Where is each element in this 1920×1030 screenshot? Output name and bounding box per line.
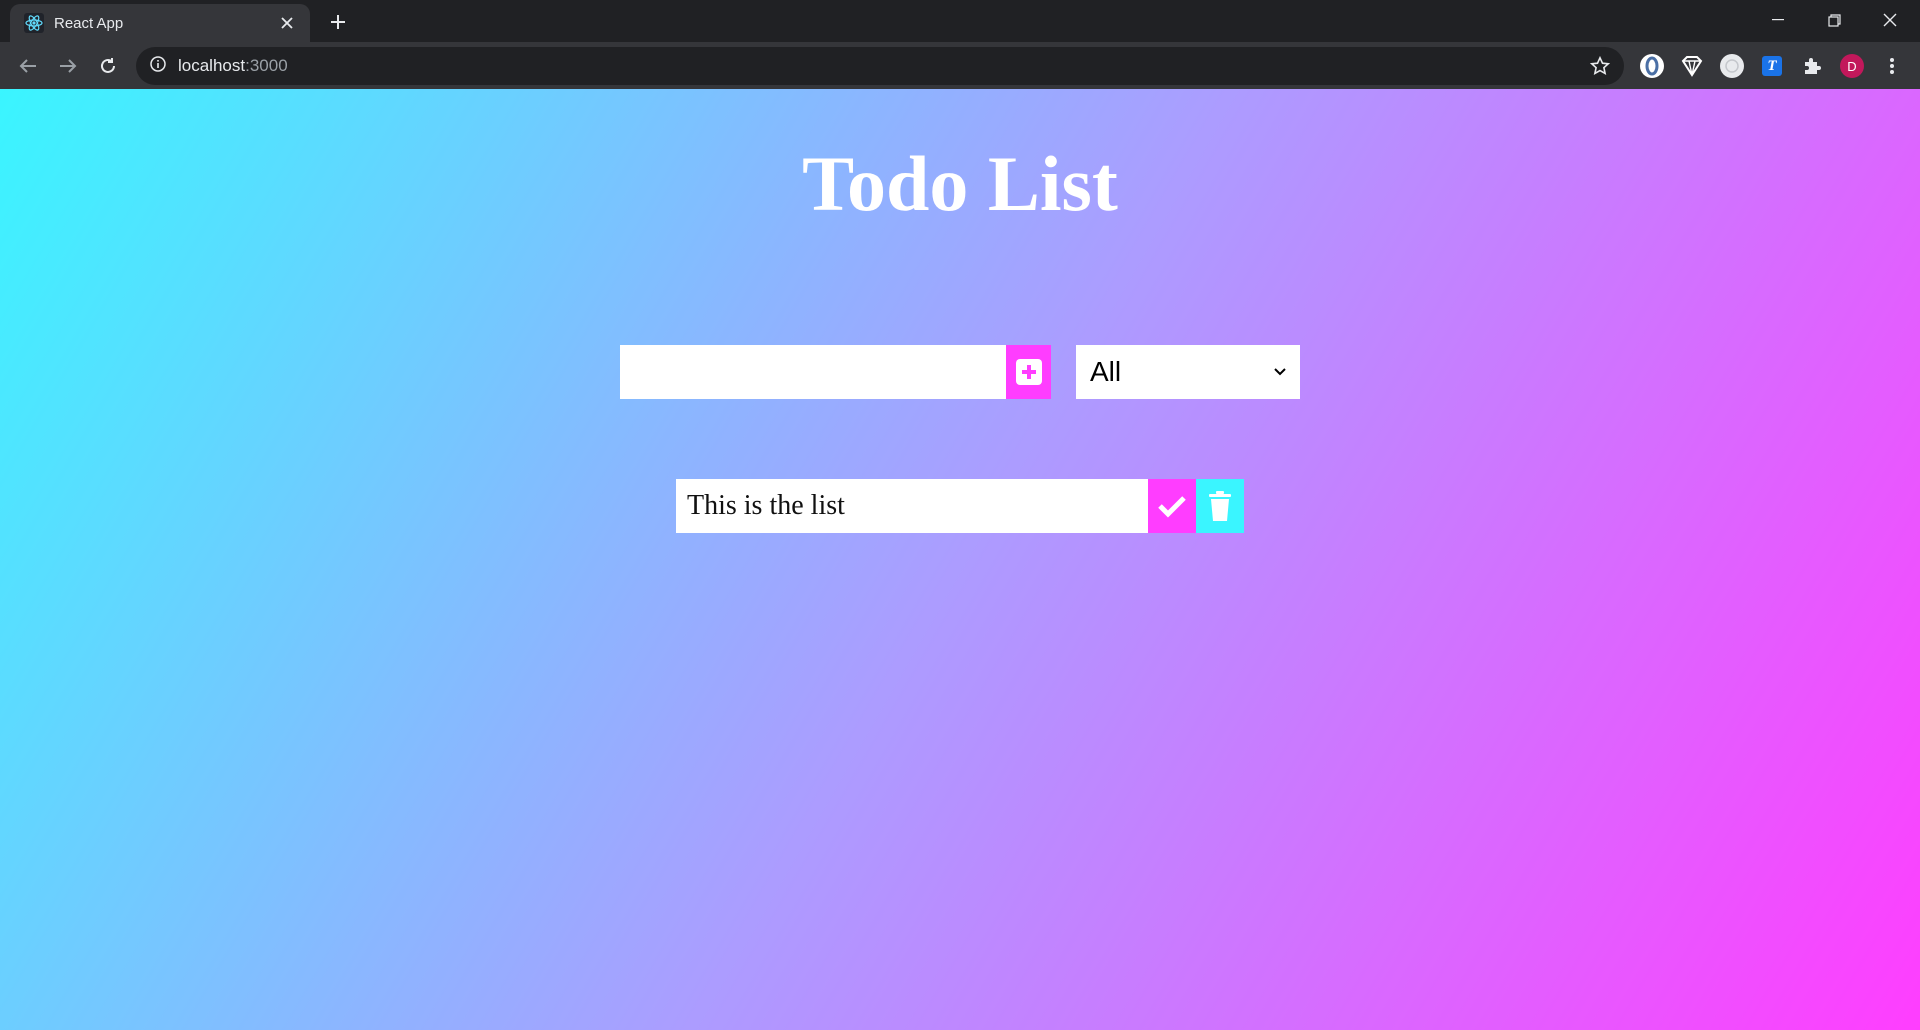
back-button[interactable] [12, 50, 44, 82]
reload-button[interactable] [92, 50, 124, 82]
address-bar[interactable]: localhost:3000 [136, 47, 1624, 85]
delete-button[interactable] [1196, 479, 1244, 533]
todo-text: This is the list [676, 479, 1148, 533]
puzzle-icon[interactable] [1798, 52, 1826, 80]
complete-button[interactable] [1148, 479, 1196, 533]
trash-icon [1209, 491, 1231, 521]
plus-square-icon [1015, 359, 1042, 385]
bookmark-star-icon[interactable] [1588, 55, 1612, 77]
chevron-down-icon [1274, 363, 1286, 381]
tab-title: React App [54, 14, 124, 32]
browser-toolbar: localhost:3000 T D [0, 42, 1920, 89]
circle-icon[interactable] [1718, 52, 1746, 80]
add-todo-button[interactable] [1006, 345, 1051, 399]
minimize-button[interactable] [1750, 0, 1806, 40]
page-viewport: Todo List All This is the list [0, 89, 1920, 1030]
info-icon[interactable] [150, 55, 166, 77]
forward-button[interactable] [52, 50, 84, 82]
menu-kebab-icon[interactable] [1878, 52, 1906, 80]
new-tab-button[interactable] [324, 8, 352, 36]
close-icon[interactable] [276, 12, 298, 34]
profile-avatar[interactable]: D [1838, 52, 1866, 80]
check-icon [1158, 496, 1186, 518]
todo-input[interactable] [620, 345, 1006, 399]
restore-button[interactable] [1806, 0, 1862, 40]
browser-titlebar: React App [0, 0, 1920, 42]
react-icon [24, 13, 44, 33]
page-title: Todo List [802, 140, 1118, 227]
text-extension-icon[interactable]: T [1758, 52, 1786, 80]
window-close-button[interactable] [1862, 0, 1918, 40]
todo-item: This is the list [676, 479, 1244, 533]
browser-tab[interactable]: React App [10, 4, 310, 42]
opera-icon[interactable] [1638, 52, 1666, 80]
url-text: localhost:3000 [178, 56, 288, 75]
filter-selected-value: All [1090, 356, 1122, 387]
filter-select[interactable]: All [1076, 345, 1300, 399]
shield-icon[interactable] [1678, 52, 1706, 80]
